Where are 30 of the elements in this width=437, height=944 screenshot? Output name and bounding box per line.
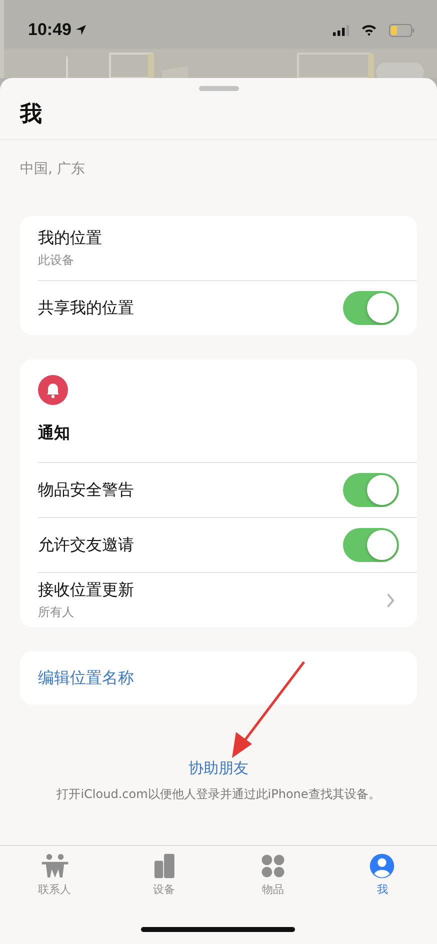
signal-icon [333,24,351,36]
chevron-icon[interactable] [386,592,395,608]
edit-location-name-link[interactable]: 编辑位置名称 [38,668,134,688]
sheet-title: 我 [18,101,43,129]
help-friend-link[interactable]: 协助朋友 [188,759,248,778]
wifi-icon [361,24,377,36]
battery-icon [389,24,415,36]
status-time: 10:49 [28,20,72,40]
tab[interactable]: 设备 [109,853,218,897]
help-description: 打开iCloud.com以便他人登录并通过此iPhone查找其设备。 [56,786,380,803]
row-label: 物品安全警告 [38,480,135,500]
person-icon [368,853,396,879]
tab[interactable]: 我 [328,853,437,897]
row-sublabel: 此设备 [38,252,75,268]
toggle-switch[interactable] [343,528,399,562]
row-sublabel: 所有人 [38,604,75,620]
row-label: 共享我的位置 [38,298,135,318]
location-arrow-icon [75,24,88,36]
section-title: 通知 [38,422,71,444]
row-label: 我的位置 [38,228,103,248]
toggle-switch[interactable] [343,291,399,325]
tab[interactable]: 物品 [218,853,328,897]
tab[interactable]: 联系人 [0,853,110,897]
bell-icon [38,375,68,405]
sheet-handle[interactable] [198,86,238,91]
row-label: 接收位置更新 [38,580,135,600]
location-text: 中国, 广东 [19,160,86,179]
row-label: 允许交友邀请 [38,534,135,556]
people-icon [40,853,69,879]
toggle-switch[interactable] [343,473,399,507]
